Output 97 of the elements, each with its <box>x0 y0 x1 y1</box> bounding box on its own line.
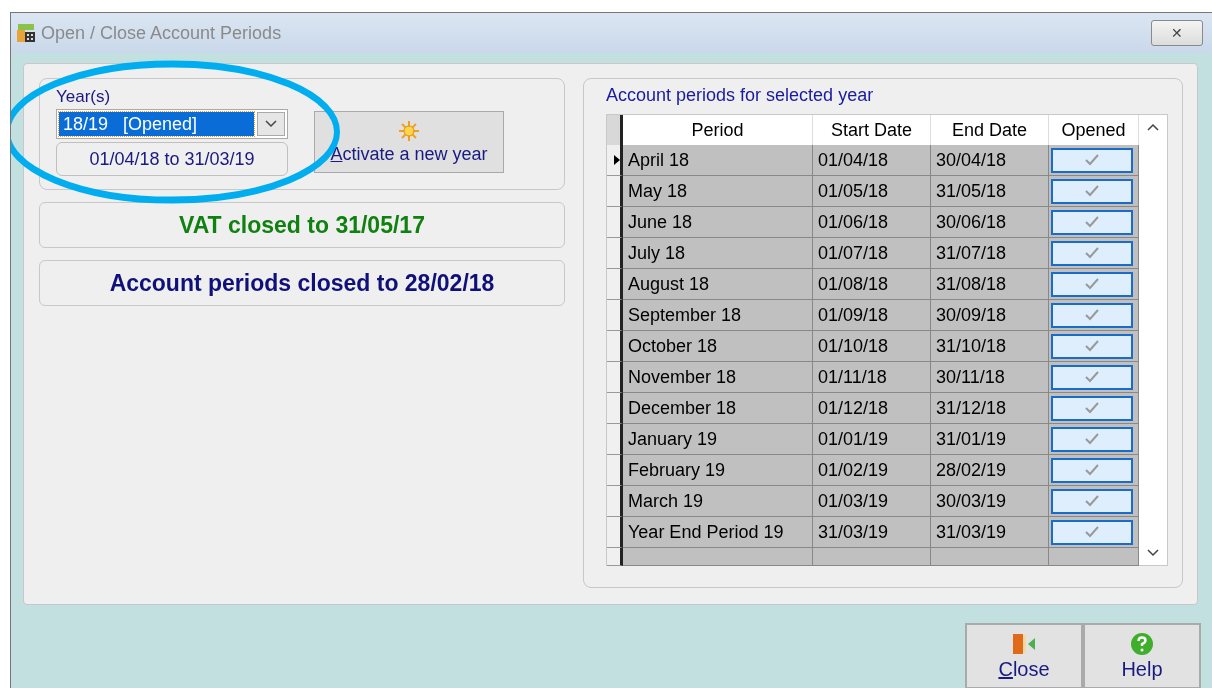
opened-checkbox[interactable] <box>1051 519 1133 545</box>
date-range-display: 01/04/18 to 31/03/19 <box>56 142 288 176</box>
opened-checkbox[interactable] <box>1051 426 1133 452</box>
close-button[interactable]: ✕ <box>1151 20 1203 46</box>
table-cell: 31/12/18 <box>931 393 1049 424</box>
table-cell: 31/01/19 <box>931 424 1049 455</box>
table-cell: November 18 <box>623 362 813 393</box>
row-header-cell[interactable] <box>607 238 623 269</box>
row-header-cell[interactable] <box>607 517 623 548</box>
checkmark-icon <box>1085 278 1099 290</box>
help-button[interactable]: Help <box>1083 623 1201 688</box>
opened-checkbox[interactable] <box>1051 488 1133 514</box>
table-cell: 01/02/19 <box>813 455 931 486</box>
opened-checkbox[interactable] <box>1051 178 1133 204</box>
close-dialog-button[interactable]: Close <box>965 623 1083 688</box>
table-cell: December 18 <box>623 393 813 424</box>
chevron-up-icon[interactable] <box>1147 123 1159 131</box>
opened-checkbox[interactable] <box>1051 209 1133 235</box>
table-cell: 30/04/18 <box>931 145 1049 176</box>
row-header-cell[interactable] <box>607 269 623 300</box>
checkmark-icon <box>1085 185 1099 197</box>
table-cell: January 19 <box>623 424 813 455</box>
row-header-cell[interactable] <box>607 300 623 331</box>
table-cell: 01/11/18 <box>813 362 931 393</box>
table-cell: 01/12/18 <box>813 393 931 424</box>
chevron-down-icon[interactable] <box>1147 549 1159 557</box>
table-cell: 31/05/18 <box>931 176 1049 207</box>
checkmark-icon <box>1085 340 1099 352</box>
window-title: Open / Close Account Periods <box>41 22 283 44</box>
opened-checkbox[interactable] <box>1051 240 1133 266</box>
table-cell: April 18 <box>623 145 813 176</box>
door-exit-icon <box>1011 631 1037 656</box>
checkmark-icon <box>1085 216 1099 228</box>
vat-status: VAT closed to 31/05/17 <box>39 202 565 248</box>
table-cell: 01/08/18 <box>813 269 931 300</box>
opened-checkbox[interactable] <box>1051 395 1133 421</box>
row-header-cell[interactable] <box>607 331 623 362</box>
checkmark-icon <box>1085 464 1099 476</box>
table-cell: 31/03/19 <box>813 517 931 548</box>
opened-checkbox[interactable] <box>1051 364 1133 390</box>
checkmark-icon <box>1085 247 1099 259</box>
row-pointer-icon <box>614 155 620 165</box>
table-cell: 30/06/18 <box>931 207 1049 238</box>
opened-checkbox[interactable] <box>1051 271 1133 297</box>
checkmark-icon <box>1085 371 1099 383</box>
row-header-cell[interactable] <box>607 176 623 207</box>
table-cell: August 18 <box>623 269 813 300</box>
sun-icon <box>398 119 420 142</box>
table-cell: 01/03/19 <box>813 486 931 517</box>
calculator-sheet-icon <box>15 22 37 44</box>
row-header-cell <box>607 115 623 147</box>
checkmark-icon <box>1085 309 1099 321</box>
opened-checkbox[interactable] <box>1051 457 1133 483</box>
table-cell: 30/11/18 <box>931 362 1049 393</box>
year-dropdown[interactable]: 18/19 [Opened] <box>56 109 288 139</box>
table-cell: October 18 <box>623 331 813 362</box>
periods-status: Account periods closed to 28/02/18 <box>39 260 565 306</box>
row-header-cell[interactable] <box>607 145 623 176</box>
checkmark-icon <box>1085 433 1099 445</box>
checkmark-icon <box>1085 402 1099 414</box>
table-cell: 01/04/18 <box>813 145 931 176</box>
table-cell: September 18 <box>623 300 813 331</box>
table-cell: 01/07/18 <box>813 238 931 269</box>
table-cell: March 19 <box>623 486 813 517</box>
table-cell: 31/10/18 <box>931 331 1049 362</box>
table-cell: 01/01/19 <box>813 424 931 455</box>
periods-title: Account periods for selected year <box>606 85 875 106</box>
table-cell: 30/09/18 <box>931 300 1049 331</box>
table-cell: 30/03/19 <box>931 486 1049 517</box>
table-cell: Year End Period 19 <box>623 517 813 548</box>
row-header-cell[interactable] <box>607 362 623 393</box>
row-header-cell[interactable] <box>607 207 623 238</box>
table-cell: 31/03/19 <box>931 517 1049 548</box>
table-cell: 31/07/18 <box>931 238 1049 269</box>
table-cell: February 19 <box>623 455 813 486</box>
opened-checkbox[interactable] <box>1051 147 1133 173</box>
table-cell: 28/02/19 <box>931 455 1049 486</box>
row-header-cell[interactable] <box>607 424 623 455</box>
checkmark-icon <box>1085 526 1099 538</box>
checkmark-icon <box>1085 154 1099 166</box>
table-cell: 01/05/18 <box>813 176 931 207</box>
table-cell: 01/09/18 <box>813 300 931 331</box>
table-cell: May 18 <box>623 176 813 207</box>
table-cell: June 18 <box>623 207 813 238</box>
table-cell: 31/08/18 <box>931 269 1049 300</box>
checkmark-icon <box>1085 495 1099 507</box>
opened-checkbox[interactable] <box>1051 302 1133 328</box>
year-label: Year(s) <box>56 87 111 107</box>
opened-checkbox[interactable] <box>1051 333 1133 359</box>
activate-year-button[interactable]: Activate a new year <box>314 111 504 173</box>
row-header-cell[interactable] <box>607 393 623 424</box>
table-cell: 01/06/18 <box>813 207 931 238</box>
row-header-cell[interactable] <box>607 486 623 517</box>
table-cell: July 18 <box>623 238 813 269</box>
table-cell: 01/10/18 <box>813 331 931 362</box>
help-icon <box>1130 631 1154 656</box>
row-header-cell[interactable] <box>607 455 623 486</box>
